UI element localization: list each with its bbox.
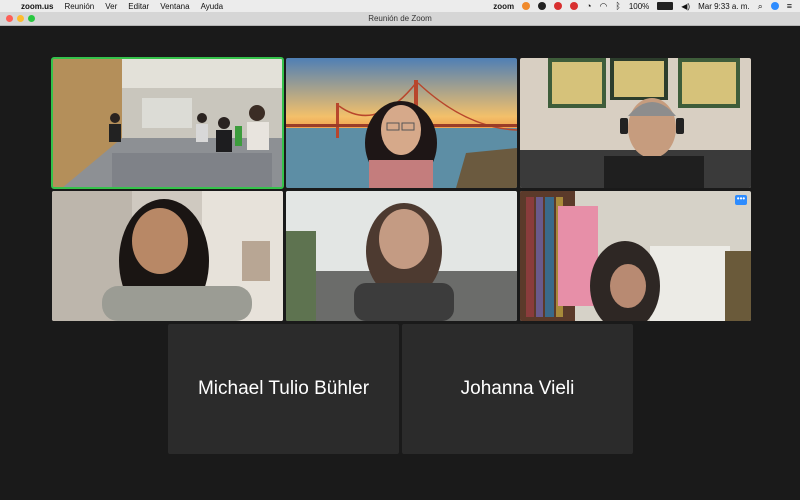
video-tile-man-headset[interactable] — [520, 58, 751, 188]
control-center-icon[interactable]: ≡ — [787, 1, 792, 11]
close-window-button[interactable] — [6, 15, 13, 22]
notification-icon[interactable] — [554, 2, 563, 10]
golden-gate-video — [286, 58, 517, 188]
menu-bar: zoom.us Reunión Ver Editar Ventana Ayuda… — [0, 0, 800, 12]
participant-name: Michael Tulio Bühler — [197, 378, 370, 399]
conference-room-video — [52, 58, 283, 188]
extension-icon[interactable] — [522, 2, 531, 10]
video-gallery: ••• Michael Tulio Bühler Johanna Vieli — [0, 26, 800, 500]
siri-icon[interactable] — [770, 2, 779, 10]
woman-bookshelf-video — [520, 191, 751, 321]
zoom-window-button[interactable] — [28, 15, 35, 22]
window-titlebar: Reunión de Zoom — [0, 12, 800, 26]
more-options-button[interactable]: ••• — [735, 195, 747, 205]
participant-name: Johanna Vieli — [460, 378, 575, 399]
woman-smiling-video — [52, 191, 283, 321]
video-tile-golden-gate[interactable] — [286, 58, 517, 188]
battery-icon[interactable] — [657, 2, 674, 10]
man-headset-video — [520, 58, 751, 188]
bluetooth-icon[interactable]: ᛒ — [615, 1, 620, 11]
window-title: Reunión de Zoom — [368, 14, 432, 23]
menu-item-editar[interactable]: Editar — [128, 2, 149, 11]
menu-item-ayuda[interactable]: Ayuda — [201, 2, 224, 11]
video-tile-woman-smiling[interactable] — [52, 191, 283, 321]
battery-percent: 100% — [628, 1, 650, 11]
clock[interactable]: Mar 9:33 a. m. — [698, 2, 750, 11]
wifi-icon[interactable]: ◠ — [600, 1, 608, 12]
video-tile-woman-bookshelf[interactable]: ••• — [520, 191, 751, 321]
window-controls — [6, 15, 35, 22]
menu-item-reunion[interactable]: Reunión — [64, 2, 94, 11]
zoom-status-icon[interactable]: zoom — [493, 2, 514, 11]
menu-item-ventana[interactable]: Ventana — [160, 2, 189, 11]
video-tile-name-card[interactable]: Johanna Vieli — [402, 324, 633, 454]
search-icon[interactable]: ⌕ — [758, 1, 763, 12]
volume-icon[interactable]: ◀) — [681, 2, 690, 11]
video-tile-conference-room[interactable] — [51, 57, 284, 189]
alert-icon[interactable] — [570, 2, 579, 10]
status-icon[interactable] — [538, 2, 547, 10]
menu-item-ver[interactable]: Ver — [105, 2, 117, 11]
woman-window-video — [286, 191, 517, 321]
menu-app-name[interactable]: zoom.us — [21, 2, 53, 11]
time-machine-icon[interactable]: ◔ — [586, 1, 591, 11]
video-tile-name-card[interactable]: Michael Tulio Bühler — [168, 324, 399, 454]
video-tile-woman-window[interactable] — [286, 191, 517, 321]
minimize-window-button[interactable] — [17, 15, 24, 22]
